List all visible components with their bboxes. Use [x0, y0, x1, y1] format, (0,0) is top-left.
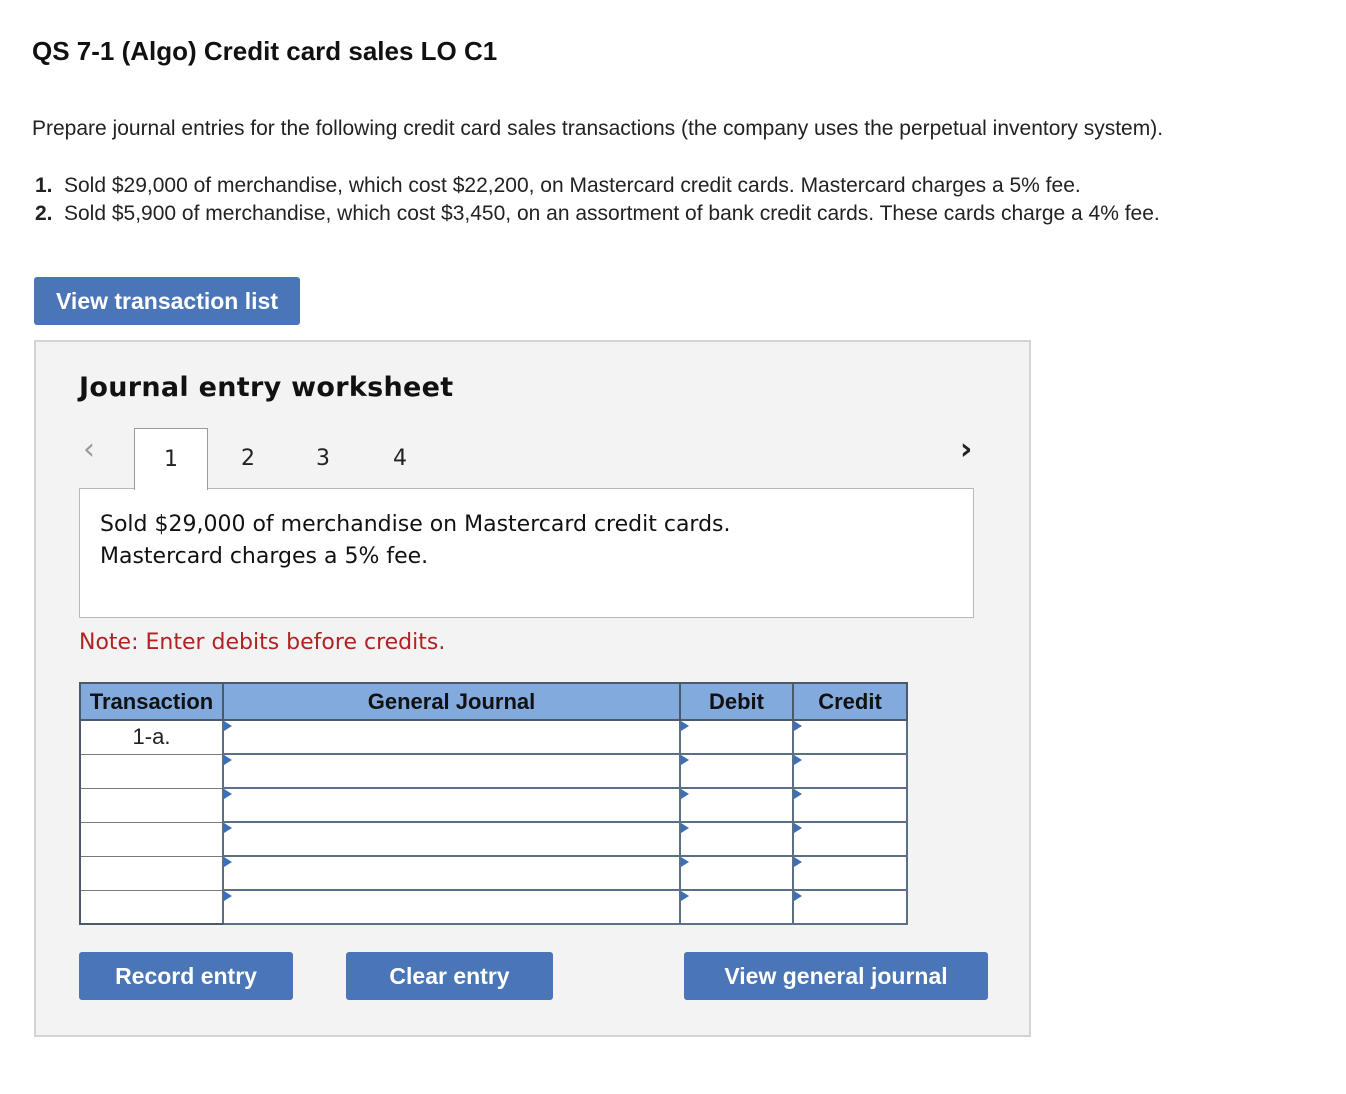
column-header-general-journal: General Journal	[222, 682, 681, 721]
credit-cell[interactable]	[792, 753, 908, 789]
tab-1[interactable]: 1	[134, 428, 208, 490]
debit-input[interactable]	[681, 891, 792, 923]
column-header-credit: Credit	[792, 682, 908, 721]
column-header-transaction: Transaction	[79, 682, 224, 721]
account-cell[interactable]	[222, 821, 681, 857]
instructions: Prepare journal entries for the followin…	[32, 117, 1164, 140]
account-input[interactable]	[224, 857, 679, 889]
list-item: 1. Sold $29,000 of merchandise, which cos…	[32, 172, 1160, 200]
page: QS 7-1 (Algo) Credit card sales LO C1 Pr…	[0, 0, 1346, 1094]
view-general-journal-button[interactable]: View general journal	[684, 952, 988, 1000]
table-row	[79, 787, 908, 823]
transaction-cell	[79, 889, 224, 925]
credit-input[interactable]	[794, 789, 906, 821]
table-row	[79, 821, 908, 857]
table-row	[79, 889, 908, 925]
journal-entry-worksheet: Journal entry worksheet ‹ 1 2 3 4 › Sold…	[34, 340, 1031, 1037]
page-title: QS 7-1 (Algo) Credit card sales LO C1	[32, 36, 498, 66]
description-line: Sold $29,000 of merchandise on Mastercar…	[100, 512, 731, 537]
account-input[interactable]	[224, 789, 679, 821]
credit-input[interactable]	[794, 721, 906, 753]
table-header-row: Transaction General Journal Debit Credit	[79, 682, 908, 721]
credit-input[interactable]	[794, 755, 906, 787]
worksheet-title: Journal entry worksheet	[79, 372, 454, 403]
credit-input[interactable]	[794, 857, 906, 889]
account-cell[interactable]	[222, 719, 681, 755]
transaction-cell	[79, 855, 224, 891]
transaction-cell: 1-a.	[79, 719, 224, 755]
view-transaction-list-button[interactable]: View transaction list	[34, 277, 300, 325]
credit-input[interactable]	[794, 891, 906, 923]
account-cell[interactable]	[222, 753, 681, 789]
table-row	[79, 855, 908, 891]
record-entry-button[interactable]: Record entry	[79, 952, 293, 1000]
account-cell[interactable]	[222, 787, 681, 823]
transaction-cell	[79, 753, 224, 789]
account-input[interactable]	[224, 755, 679, 787]
account-cell[interactable]	[222, 855, 681, 891]
credit-cell[interactable]	[792, 787, 908, 823]
chevron-right-icon[interactable]: ›	[960, 432, 972, 467]
journal-table: Transaction General Journal Debit Credit…	[79, 682, 908, 925]
note-text: Note: Enter debits before credits.	[79, 630, 446, 655]
list-item-text: Sold $29,000 of merchandise, which cost …	[64, 174, 1081, 197]
list-item-number: 2.	[35, 202, 53, 225]
list-item-text: Sold $5,900 of merchandise, which cost $…	[64, 202, 1160, 225]
transaction-cell	[79, 787, 224, 823]
table-row: 1-a.	[79, 719, 908, 755]
debit-cell[interactable]	[679, 787, 794, 823]
account-input[interactable]	[224, 823, 679, 855]
tab-4[interactable]: 4	[363, 428, 437, 488]
credit-input[interactable]	[794, 823, 906, 855]
debit-input[interactable]	[681, 721, 792, 753]
account-cell[interactable]	[222, 889, 681, 925]
account-input[interactable]	[224, 721, 679, 753]
debit-input[interactable]	[681, 755, 792, 787]
credit-cell[interactable]	[792, 855, 908, 891]
debit-input[interactable]	[681, 823, 792, 855]
transaction-list: 1. Sold $29,000 of merchandise, which cos…	[32, 172, 1160, 228]
debit-cell[interactable]	[679, 855, 794, 891]
tab-3[interactable]: 3	[286, 428, 360, 488]
clear-entry-button[interactable]: Clear entry	[346, 952, 553, 1000]
debit-cell[interactable]	[679, 821, 794, 857]
debit-cell[interactable]	[679, 889, 794, 925]
column-header-debit: Debit	[679, 682, 794, 721]
credit-cell[interactable]	[792, 719, 908, 755]
list-item: 2. Sold $5,900 of merchandise, which cost…	[32, 200, 1160, 228]
table-row	[79, 753, 908, 789]
account-input[interactable]	[224, 891, 679, 923]
list-item-number: 1.	[35, 174, 53, 197]
debit-cell[interactable]	[679, 719, 794, 755]
description-line: Mastercard charges a 5% fee.	[100, 544, 429, 569]
transaction-cell	[79, 821, 224, 857]
credit-cell[interactable]	[792, 821, 908, 857]
transaction-description: Sold $29,000 of merchandise on Mastercar…	[79, 488, 974, 618]
credit-cell[interactable]	[792, 889, 908, 925]
tab-2[interactable]: 2	[211, 428, 285, 488]
debit-cell[interactable]	[679, 753, 794, 789]
debit-input[interactable]	[681, 857, 792, 889]
debit-input[interactable]	[681, 789, 792, 821]
chevron-left-icon[interactable]: ‹	[83, 432, 95, 467]
